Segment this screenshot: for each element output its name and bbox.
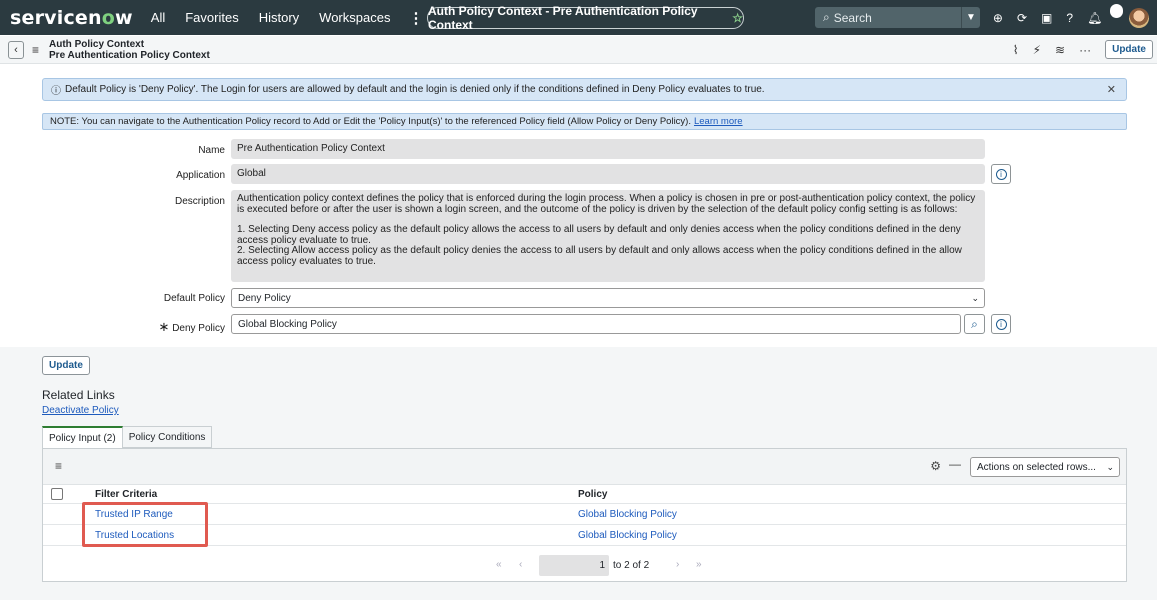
context-title-pill[interactable]: Auth Policy Context - Pre Authentication… (427, 4, 744, 32)
default-policy-select[interactable]: Deny Policy ⌄ (231, 288, 985, 308)
help-icon[interactable]: ? (1066, 11, 1073, 25)
search-icon: ⌕ (971, 316, 978, 331)
top-menu: All Favorites History Workspaces (151, 10, 391, 25)
next-page-icon[interactable]: › (676, 559, 679, 570)
more-actions-icon[interactable]: ··· (1079, 43, 1091, 57)
menu-all[interactable]: All (151, 10, 165, 25)
collapse-icon[interactable]: — (949, 457, 961, 471)
page-input[interactable]: 1 (539, 555, 609, 576)
name-field[interactable]: Pre Authentication Policy Context (231, 139, 985, 159)
deny-policy-value: Global Blocking Policy (238, 318, 337, 330)
deny-policy-field[interactable]: Global Blocking Policy (231, 314, 961, 334)
form-menu-icon[interactable]: ≡ (32, 43, 39, 57)
note-message: NOTE: You can navigate to the Authentica… (42, 113, 1127, 130)
default-policy-value: Deny Policy (238, 292, 291, 304)
chevron-down-icon: ⌄ (971, 292, 979, 303)
menu-workspaces[interactable]: Workspaces (319, 10, 390, 25)
actions-select[interactable]: Actions on selected rows... ⌄ (970, 457, 1120, 477)
description-p1: Authentication policy context defines th… (237, 193, 976, 215)
tab-policy-input[interactable]: Policy Input (2) (42, 426, 123, 448)
select-all-checkbox[interactable] (51, 488, 63, 500)
list-menu-icon[interactable]: ≡ (55, 459, 62, 473)
form-title-record: Pre Authentication Policy Context (49, 49, 210, 61)
form-header-actions: ⌇ ⚡︎ ≋ ··· Update (1013, 40, 1153, 59)
description-label: Description (174, 196, 225, 207)
column-header-filter-criteria[interactable]: Filter Criteria (95, 489, 157, 500)
list-toolbar: ≡ ⚙︎ — Actions on selected rows... ⌄ (43, 449, 1126, 485)
close-icon[interactable]: ✕ (1107, 83, 1116, 96)
info-icon: i (995, 318, 1007, 330)
policy-link[interactable]: Global Blocking Policy (578, 530, 677, 541)
servicenow-logo[interactable]: servicenow (10, 7, 133, 29)
chevron-down-icon: ⌄ (1106, 461, 1114, 472)
application-info-button[interactable]: i (991, 164, 1011, 184)
mandatory-icon: ∗ (158, 319, 170, 334)
form-header: ‹ ≡ Auth Policy Context Pre Authenticati… (0, 36, 1157, 64)
update-button-header[interactable]: Update (1105, 40, 1153, 59)
menu-history[interactable]: History (259, 10, 299, 25)
chevron-left-icon: ‹ (14, 43, 18, 56)
global-search-input[interactable]: ⌕ Search (815, 7, 961, 28)
deny-policy-info-button[interactable]: i (991, 314, 1011, 334)
page-current: 1 (599, 560, 605, 571)
info-icon: ⓘ (51, 86, 61, 97)
info-message-text: Default Policy is 'Deny Policy'. The Log… (65, 84, 765, 95)
more-menu-icon[interactable]: ⋮ (408, 9, 423, 27)
highlight-annotation (82, 502, 208, 547)
page-summary: to 2 of 2 (613, 560, 650, 571)
deactivate-policy-link[interactable]: Deactivate Policy (42, 405, 119, 416)
deny-policy-label: ∗ Deny Policy (25, 319, 226, 335)
settings-sliders-icon[interactable]: ≋ (1055, 43, 1065, 57)
activity-icon[interactable]: ⚡︎ (1033, 43, 1041, 57)
back-button[interactable]: ‹ (8, 40, 24, 59)
lookup-button[interactable]: ⌕ (964, 314, 985, 334)
first-page-icon[interactable]: « (496, 559, 502, 570)
tab-policy-conditions[interactable]: Policy Conditions (122, 426, 213, 448)
bell-icon[interactable]: 🔔︎ 8 (1087, 3, 1123, 25)
learn-more-link[interactable]: Learn more (694, 116, 743, 127)
info-icon: i (995, 168, 1007, 180)
pagination: « ‹ 1 to 2 of 2 › » (43, 551, 1126, 581)
application-label: Application (176, 170, 225, 181)
update-button-bottom[interactable]: Update (42, 356, 90, 375)
gear-icon[interactable]: ⚙︎ (930, 459, 941, 473)
context-title: Auth Policy Context - Pre Authentication… (428, 4, 698, 32)
name-label: Name (198, 145, 225, 156)
description-p3: 2. Selecting Allow access policy as the … (237, 245, 962, 267)
description-field[interactable]: Authentication policy context defines th… (231, 190, 985, 282)
actions-select-value: Actions on selected rows... (977, 461, 1096, 473)
nav-icons: ⊕ ⟳ ▣ ? 🔔︎ 8 (993, 0, 1149, 35)
description-p2: 1. Selecting Deny access policy as the d… (237, 224, 961, 246)
notification-badge: 8 (1110, 3, 1123, 18)
default-policy-label: Default Policy (163, 293, 225, 304)
dashboard-icon[interactable]: ▣ (1041, 11, 1052, 25)
policy-link[interactable]: Global Blocking Policy (578, 509, 677, 520)
info-message: ⓘ Default Policy is 'Deny Policy'. The L… (42, 78, 1127, 101)
related-list-tabs: Policy Input (2) Policy Conditions (42, 426, 213, 448)
attachment-icon[interactable]: ⌇ (1013, 43, 1019, 57)
prev-page-icon[interactable]: ‹ (519, 559, 522, 570)
search-scope-dropdown[interactable]: ▼ (961, 7, 980, 28)
column-header-policy[interactable]: Policy (578, 489, 607, 500)
related-links-title: Related Links (42, 388, 115, 402)
last-page-icon[interactable]: » (696, 559, 702, 570)
connect-icon[interactable]: ⟳ (1017, 11, 1027, 25)
avatar[interactable] (1129, 7, 1149, 28)
form-title-table: Auth Policy Context (49, 38, 145, 50)
application-field[interactable]: Global (231, 164, 985, 184)
menu-favorites[interactable]: Favorites (185, 10, 238, 25)
search-icon: ⌕ (823, 10, 830, 24)
deny-policy-label-text: Deny Policy (172, 323, 225, 334)
globe-icon[interactable]: ⊕ (993, 11, 1003, 25)
search-placeholder: Search (833, 10, 872, 25)
form-title: Auth Policy Context Pre Authentication P… (49, 39, 210, 61)
star-icon[interactable]: ☆ (732, 11, 743, 25)
note-text: NOTE: You can navigate to the Authentica… (50, 116, 691, 127)
